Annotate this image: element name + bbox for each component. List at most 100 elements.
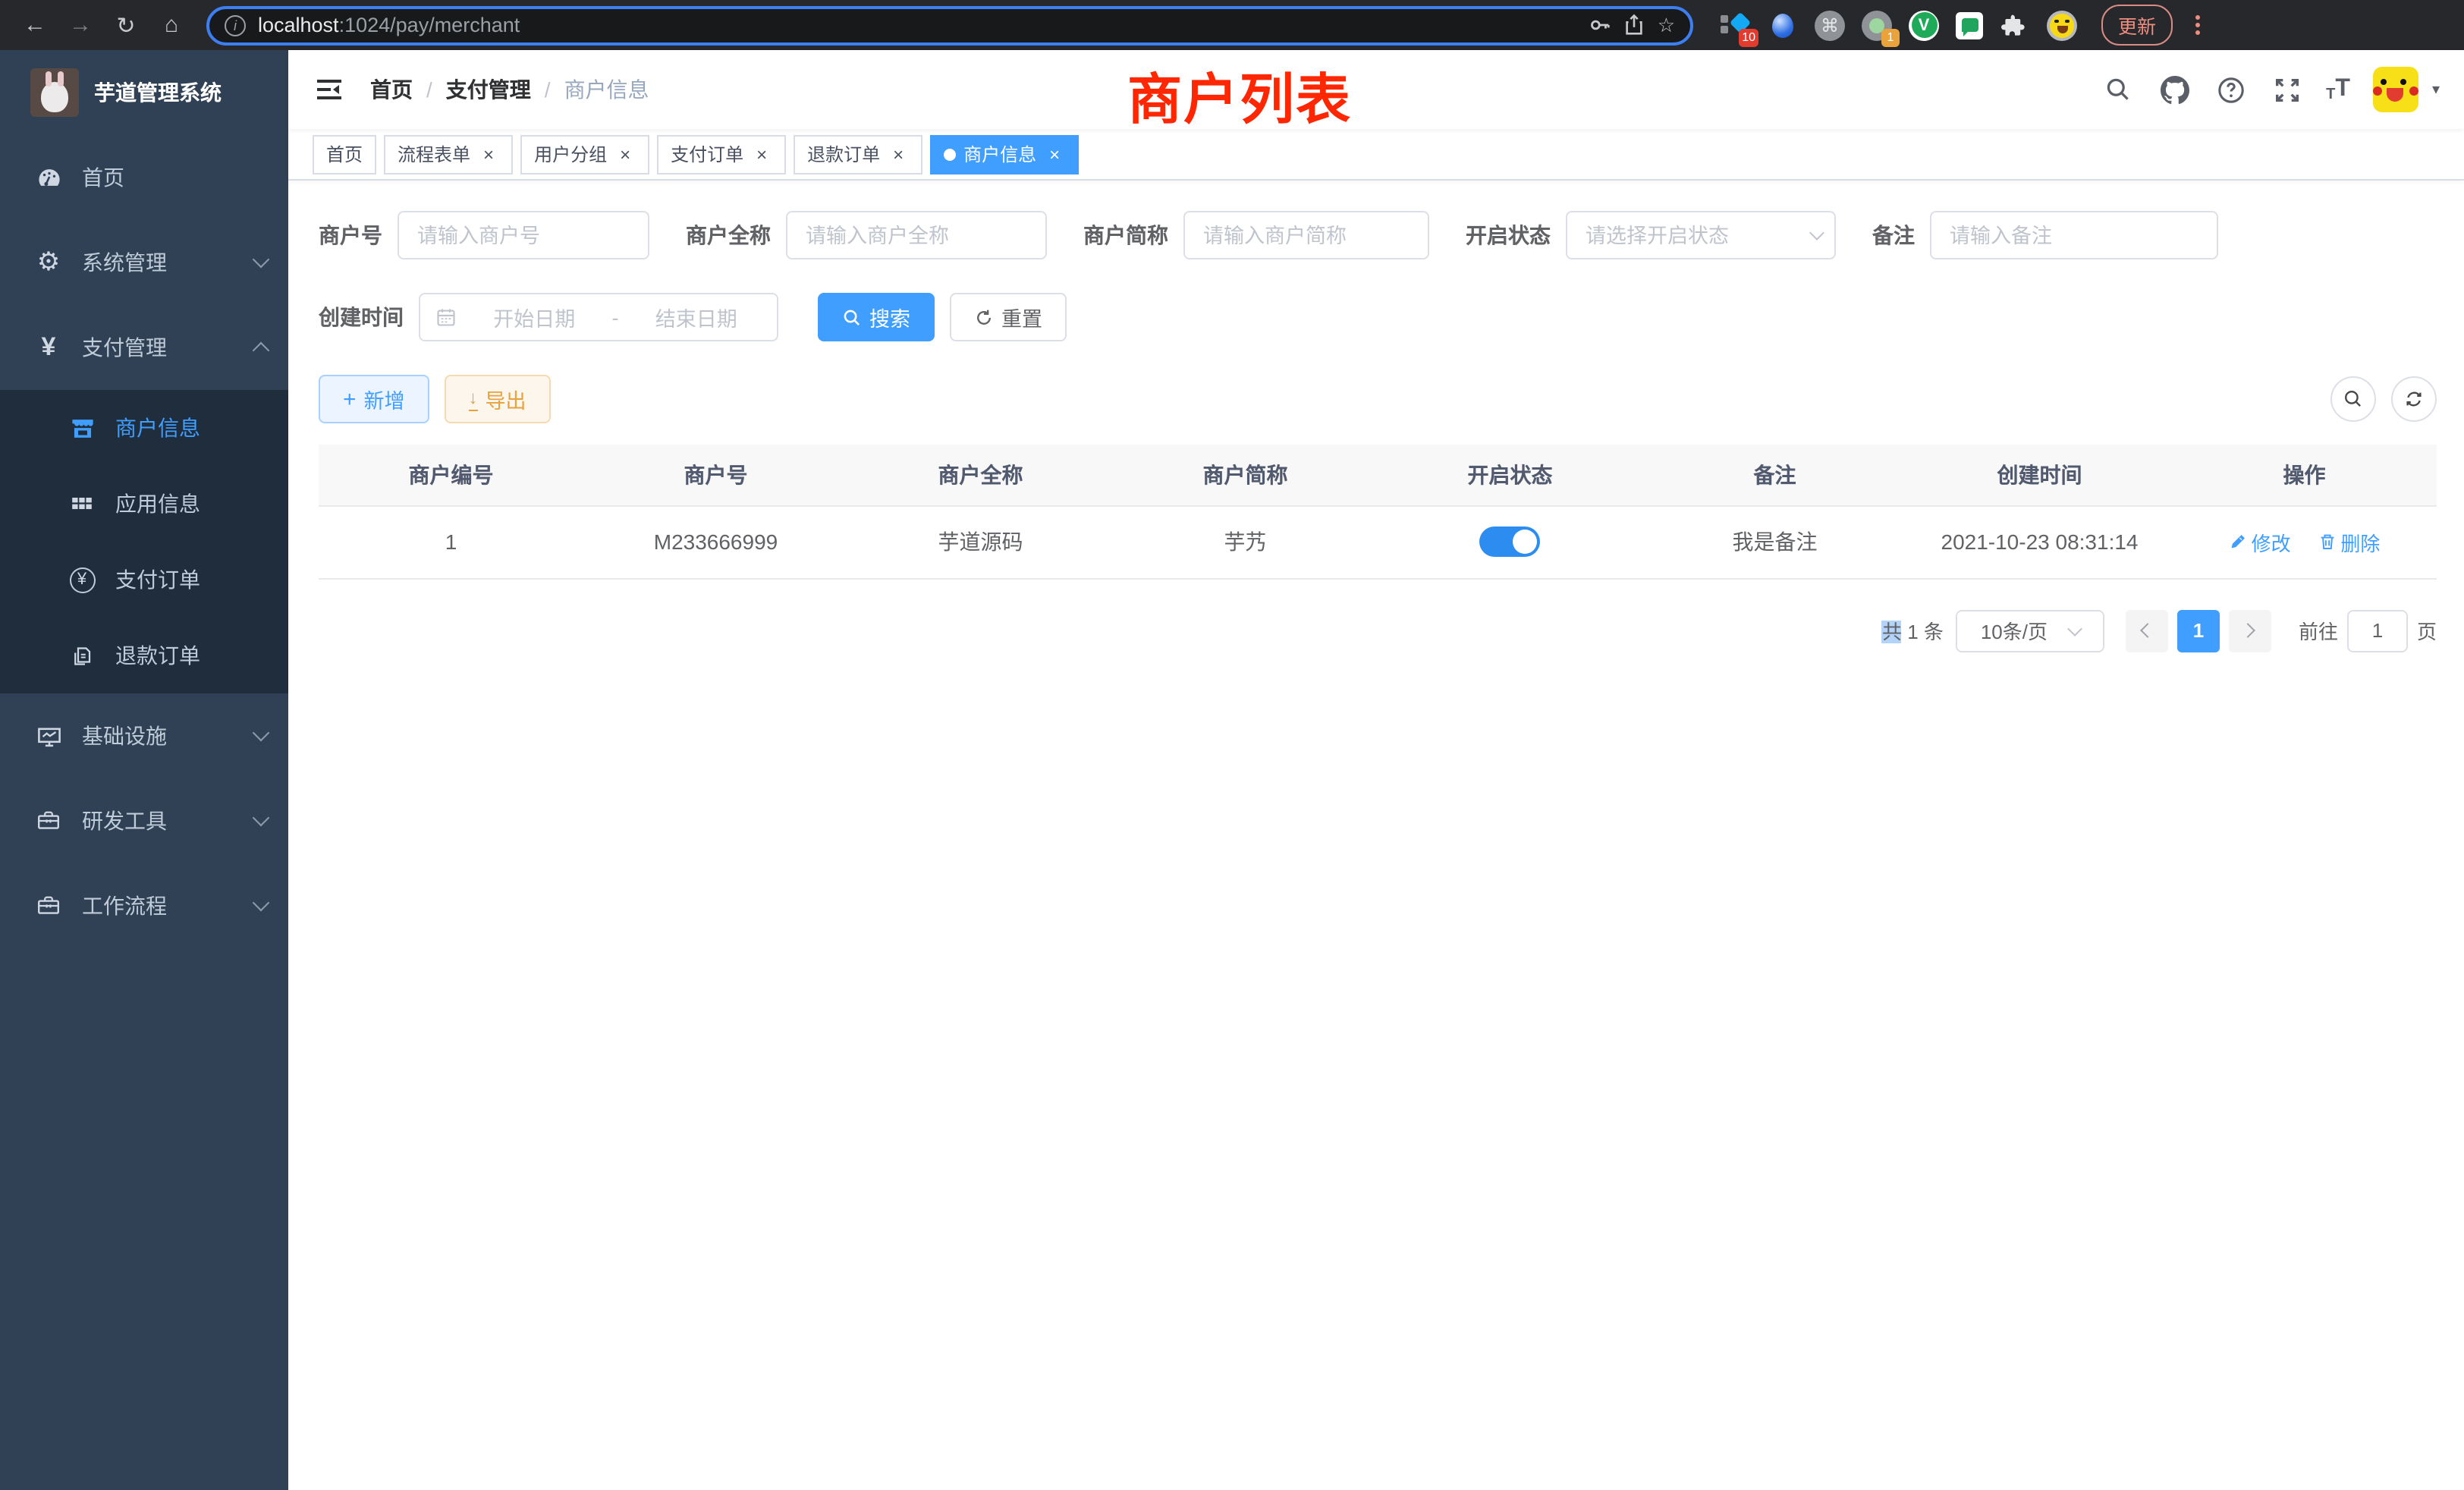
avatar-caret-icon[interactable]: ▾	[2432, 81, 2440, 98]
screen: ← → ↻ ⌂ i localhost:1024/pay/merchant ☆ …	[0, 0, 2464, 1490]
help-icon[interactable]	[2214, 73, 2247, 106]
total-count: 1	[1902, 621, 1924, 643]
browser-reload-button[interactable]: ↻	[106, 5, 146, 45]
sidebar-item-merchant-info[interactable]: 商户信息	[0, 390, 288, 466]
column-header: 备注	[1642, 445, 1907, 505]
gear-icon: ⚙	[30, 247, 67, 278]
site-info-icon[interactable]: i	[225, 14, 246, 36]
extension-emoji-icon[interactable]	[2047, 10, 2077, 40]
browser-menu-icon[interactable]	[2191, 11, 2205, 39]
filter-label: 商户全称	[686, 220, 771, 250]
reset-button[interactable]: 重置	[950, 293, 1067, 341]
end-date-placeholder[interactable]: 结束日期	[631, 302, 762, 332]
sidebar-item-pay-order[interactable]: ¥ 支付订单	[0, 542, 288, 618]
extension-diamond-icon[interactable]: 10	[1721, 10, 1751, 40]
extension-chat-icon[interactable]	[1956, 11, 1983, 39]
breadcrumb-home[interactable]: 首页	[370, 74, 413, 105]
page-number-1[interactable]: 1	[2177, 609, 2220, 652]
page-content: 商户号 商户全称 商户简称 开启状态	[288, 181, 2464, 1490]
edit-link-label: 修改	[2252, 527, 2291, 556]
sidebar-item-home[interactable]: 首页	[0, 135, 288, 220]
sidebar-item-payment[interactable]: ¥ 支付管理	[0, 305, 288, 390]
sidebar-item-refund-order[interactable]: 退款订单	[0, 618, 288, 693]
chevron-down-icon	[253, 894, 270, 912]
sidebar-item-label: 研发工具	[82, 806, 255, 836]
breadcrumb-current: 商户信息	[564, 74, 649, 105]
app-logo[interactable]: 芋道管理系统	[0, 50, 288, 135]
sidebar-item-system[interactable]: ⚙ 系统管理	[0, 220, 288, 305]
merchant-fullname-input[interactable]	[786, 211, 1047, 259]
delete-link[interactable]: 删除	[2318, 527, 2380, 556]
create-time-range-picker[interactable]: 开始日期 - 结束日期	[419, 293, 778, 341]
download-icon	[469, 388, 478, 411]
tab-label: 商户信息	[963, 141, 1036, 167]
close-icon[interactable]	[1044, 143, 1065, 165]
search-icon[interactable]	[2101, 73, 2135, 106]
page-size-select[interactable]: 10条/页	[1956, 609, 2104, 652]
status-toggle[interactable]	[1480, 527, 1541, 557]
dashboard-icon	[30, 165, 67, 190]
extension-vue-icon[interactable]: V	[1909, 10, 1939, 40]
tab-process-form[interactable]: 流程表单	[384, 134, 513, 174]
tab-pay-order[interactable]: 支付订单	[657, 134, 786, 174]
breadcrumb-payment[interactable]: 支付管理	[446, 74, 531, 105]
browser-update-button[interactable]: 更新	[2101, 5, 2173, 46]
extension-recorder-icon[interactable]: 1	[1862, 10, 1892, 40]
github-icon[interactable]	[2158, 73, 2191, 106]
tab-user-group[interactable]: 用户分组	[520, 134, 649, 174]
extensions-puzzle-icon[interactable]	[2000, 10, 2030, 40]
tab-merchant-info[interactable]: 商户信息	[930, 134, 1079, 174]
sidebar-item-dev-tools[interactable]: 研发工具	[0, 778, 288, 863]
sidebar-item-workflow[interactable]: 工作流程	[0, 863, 288, 948]
refresh-icon	[974, 307, 994, 327]
next-page-button[interactable]	[2229, 609, 2271, 652]
column-header: 创建时间	[1907, 445, 2172, 505]
close-icon[interactable]	[478, 143, 499, 165]
close-icon[interactable]	[614, 143, 636, 165]
browser-home-button[interactable]: ⌂	[152, 5, 191, 45]
search-icon	[2343, 388, 2364, 410]
grid-icon	[64, 492, 100, 516]
url-path: :1024/pay/merchant	[339, 14, 520, 36]
browser-forward-button[interactable]: →	[61, 5, 100, 45]
sidebar-item-infrastructure[interactable]: 基础设施	[0, 693, 288, 778]
refresh-table-button[interactable]	[2391, 376, 2437, 422]
prev-page-button[interactable]	[2126, 609, 2168, 652]
status-select-input[interactable]	[1566, 211, 1836, 259]
password-key-icon[interactable]	[1589, 14, 1612, 36]
start-date-placeholder[interactable]: 开始日期	[469, 302, 600, 332]
add-button[interactable]: 新增	[319, 375, 429, 423]
bookmark-star-icon[interactable]: ☆	[1658, 13, 1675, 37]
navbar-actions: ▾	[2101, 67, 2440, 112]
export-button[interactable]: 导出	[445, 375, 551, 423]
merchant-shortname-input[interactable]	[1183, 211, 1429, 259]
jump-page-input[interactable]	[2347, 609, 2408, 652]
sidebar-item-app-info[interactable]: 应用信息	[0, 466, 288, 542]
merchant-no-input[interactable]	[398, 211, 649, 259]
filter-label: 备注	[1872, 220, 1915, 250]
chevron-left-icon	[2141, 623, 2156, 638]
page-size-value: 10条/页	[1981, 616, 2048, 645]
font-size-icon[interactable]	[2326, 76, 2350, 103]
search-button[interactable]: 搜索	[818, 293, 935, 341]
share-icon[interactable]	[1624, 14, 1645, 36]
edit-link[interactable]: 修改	[2229, 527, 2291, 556]
toggle-search-button[interactable]	[2330, 376, 2376, 422]
status-select[interactable]	[1566, 211, 1836, 259]
remark-input[interactable]	[1930, 211, 2218, 259]
total-prefix: 共	[1882, 621, 1902, 643]
calendar-icon	[435, 306, 457, 328]
extension-command-icon[interactable]: ⌘	[1815, 10, 1845, 40]
url-text[interactable]: localhost:1024/pay/merchant	[258, 14, 1577, 36]
url-bar[interactable]: i localhost:1024/pay/merchant ☆	[206, 5, 1693, 45]
browser-back-button[interactable]: ←	[15, 5, 55, 45]
close-icon[interactable]	[751, 143, 772, 165]
user-avatar[interactable]	[2373, 67, 2418, 112]
close-icon[interactable]	[888, 143, 909, 165]
tab-refund-order[interactable]: 退款订单	[794, 134, 922, 174]
tab-home[interactable]: 首页	[313, 134, 376, 174]
fullscreen-icon[interactable]	[2270, 73, 2303, 106]
sidebar-collapse-icon[interactable]	[313, 73, 346, 106]
extension-balloon-icon[interactable]	[1768, 10, 1798, 40]
chevron-down-icon	[253, 725, 270, 742]
